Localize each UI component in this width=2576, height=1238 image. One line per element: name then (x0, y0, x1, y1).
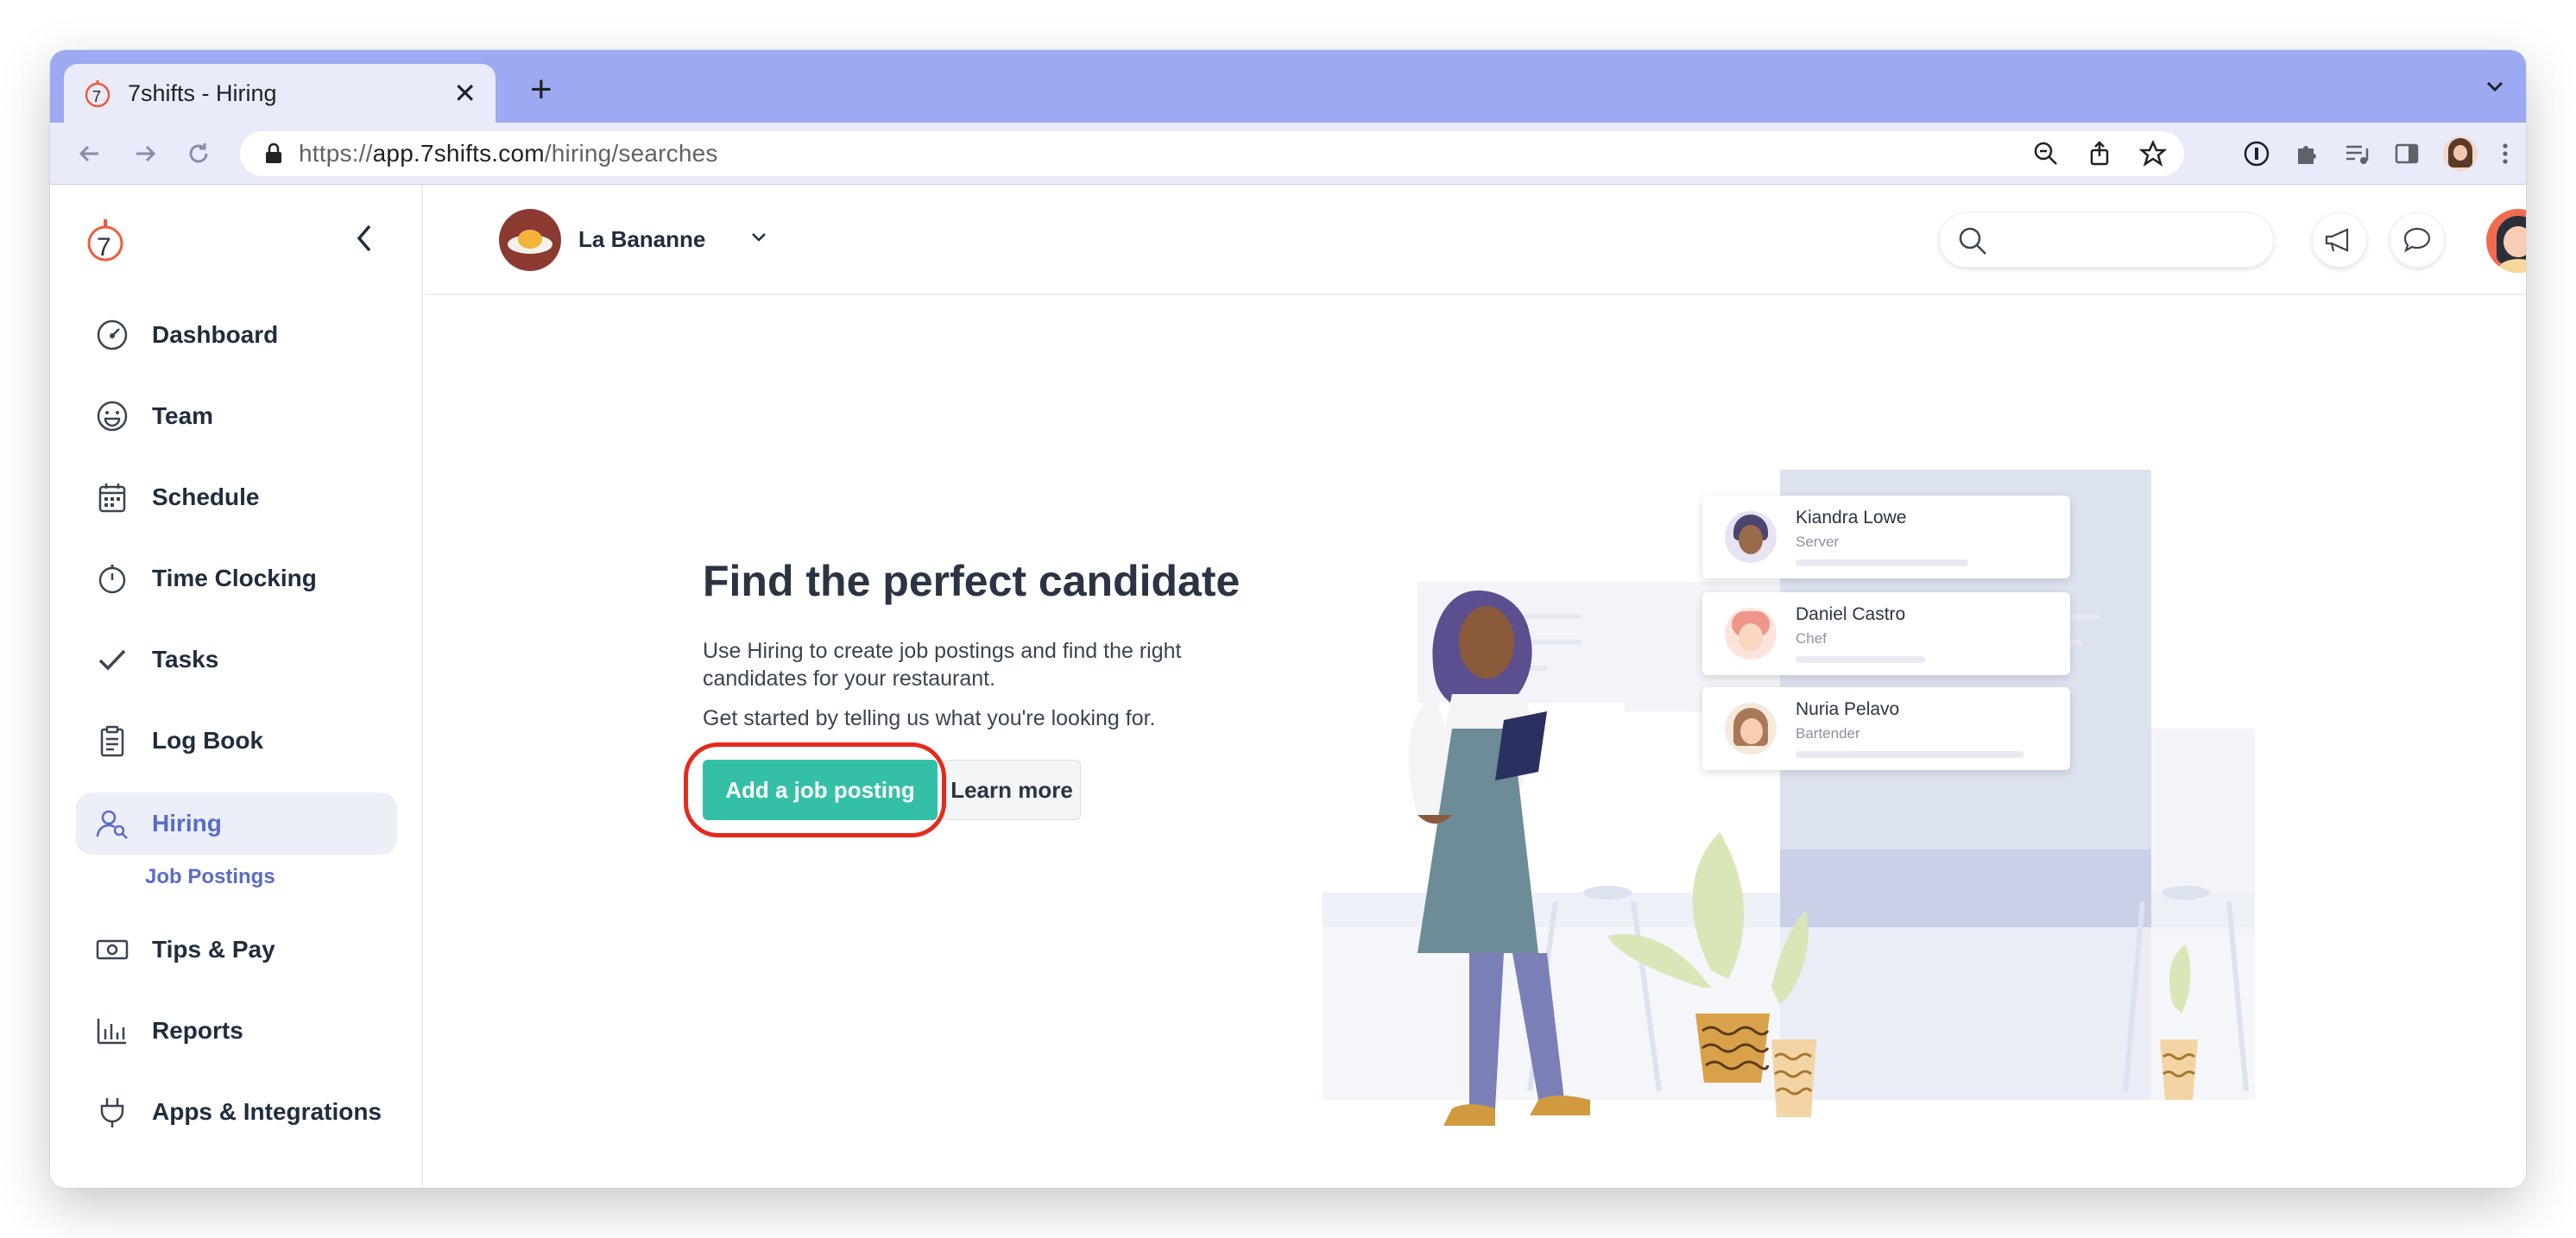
tab-title: 7shifts - Hiring (128, 79, 277, 106)
password-manager-icon[interactable] (2243, 140, 2270, 167)
sidebar-item-label: Time Clocking (152, 565, 317, 591)
tab-strip: 7 7shifts - Hiring ✕ + (50, 50, 2526, 123)
forward-icon[interactable] (129, 138, 161, 169)
person-search-icon (93, 805, 131, 843)
candidate-card: Kiandra Lowe Server (1702, 496, 2070, 578)
browser-tab[interactable]: 7 7shifts - Hiring ✕ (64, 64, 496, 123)
sidebar-item-hiring[interactable]: Hiring (76, 793, 397, 855)
share-icon[interactable] (2086, 140, 2113, 167)
search-input[interactable] (1939, 212, 2274, 268)
candidate-role: Server (1796, 534, 1840, 550)
sidebar-item-tips-pay[interactable]: Tips & Pay (76, 919, 397, 981)
bookmark-star-icon[interactable] (2139, 140, 2167, 167)
location-name[interactable]: La Bananne (578, 226, 705, 253)
address-bar[interactable]: https://app.7shifts.com/hiring/searches (240, 131, 2184, 176)
clipboard-icon (93, 722, 131, 760)
plug-icon (93, 1093, 131, 1131)
lock-icon (266, 142, 281, 163)
candidate-card: Daniel Castro Chef (1702, 592, 2070, 675)
sidebar: 7 Dashboard Team Schedule Time Clocking (50, 185, 423, 1188)
hiring-illustration: Kiandra Lowe Server Daniel Castro Chef N… (1323, 470, 2255, 1178)
reload-icon[interactable] (183, 138, 214, 169)
page-description: Use Hiring to create job postings and fi… (703, 639, 1182, 691)
sidebar-item-label: Schedule (152, 483, 260, 510)
candidate-role: Chef (1796, 630, 1827, 647)
candidate-name: Kiandra Lowe (1796, 508, 1907, 527)
7shifts-favicon-icon: 7 (85, 80, 110, 108)
smiley-icon (93, 397, 131, 435)
browser-menu-icon[interactable] (2500, 140, 2510, 167)
candidate-name: Daniel Castro (1796, 604, 1906, 624)
learn-more-button[interactable]: Learn more (943, 760, 1081, 820)
tab-close-icon[interactable]: ✕ (453, 77, 477, 110)
stopwatch-icon (93, 559, 131, 597)
calendar-icon (93, 478, 131, 516)
messages-button[interactable] (2390, 212, 2445, 268)
sidebar-item-label: Dashboard (152, 321, 279, 348)
chevron-down-icon[interactable] (2483, 74, 2507, 98)
sidebar-item-label: Tips & Pay (152, 936, 275, 963)
candidate-avatar (1725, 608, 1777, 660)
sidebar-item-dashboard[interactable]: Dashboard (76, 304, 397, 366)
search-icon (1959, 227, 1986, 255)
cash-icon (93, 931, 131, 969)
chat-bubble-icon (2403, 227, 2431, 253)
back-icon[interactable] (74, 138, 105, 169)
sidebar-item-reports[interactable]: Reports (76, 1000, 397, 1062)
candidate-role: Bartender (1796, 725, 1860, 742)
collapse-sidebar-icon[interactable] (354, 223, 375, 254)
sidebar-item-tasks[interactable]: Tasks (76, 628, 397, 691)
sidebar-item-team[interactable]: Team (76, 385, 397, 447)
browser-window: 7 7shifts - Hiring ✕ + https://app.7shif… (50, 50, 2526, 1188)
media-queue-icon[interactable] (2343, 140, 2371, 167)
sidebar-item-log-book[interactable]: Log Book (76, 710, 397, 772)
candidate-card: Nuria Pelavo Bartender (1702, 687, 2070, 770)
sidebar-item-time-clocking[interactable]: Time Clocking (76, 547, 397, 610)
svg-text:7: 7 (97, 233, 111, 262)
bar-chart-icon (93, 1012, 131, 1050)
candidate-progress-bar (1796, 559, 1968, 566)
announcements-button[interactable] (2312, 212, 2367, 268)
candidate-name: Nuria Pelavo (1796, 699, 1900, 719)
candidate-avatar (1725, 703, 1777, 755)
app-header: La Bananne (425, 185, 2526, 295)
profile-avatar[interactable] (2443, 136, 2478, 171)
browser-toolbar: https://app.7shifts.com/hiring/searches (50, 123, 2526, 185)
candidate-avatar (1725, 511, 1777, 563)
sidebar-item-label: Apps & Integrations (152, 1098, 382, 1125)
user-avatar[interactable] (2486, 209, 2526, 273)
sidebar-item-label: Log Book (152, 727, 264, 754)
svg-text:7: 7 (92, 88, 101, 105)
7shifts-logo-icon[interactable]: 7 (85, 216, 126, 264)
sidebar-item-label: Tasks (152, 646, 219, 673)
sidebar-item-label: Hiring (152, 810, 222, 837)
page-title: Find the perfect candidate (703, 557, 1241, 605)
megaphone-icon (2325, 228, 2349, 252)
dashboard-gauge-icon (93, 316, 131, 354)
sidebar-item-schedule[interactable]: Schedule (76, 466, 397, 528)
highlight-ring (684, 742, 946, 837)
new-tab-icon[interactable]: + (530, 71, 552, 109)
candidate-progress-bar (1796, 656, 1925, 663)
sidebar-item-label: Team (152, 402, 214, 429)
call-to-action-text: Get started by telling us what you're lo… (703, 706, 1156, 730)
side-panel-icon[interactable] (2393, 140, 2421, 167)
checkmark-icon (93, 641, 131, 679)
extensions-puzzle-icon[interactable] (2293, 140, 2320, 167)
url-text: https://app.7shifts.com/hiring/searches (299, 140, 718, 167)
sidebar-item-label: Reports (152, 1017, 243, 1044)
chevron-down-icon[interactable] (749, 228, 768, 247)
candidate-progress-bar (1796, 751, 2024, 758)
main-content: Find the perfect candidate Use Hiring to… (425, 297, 2526, 1188)
zoom-out-icon[interactable] (2032, 140, 2060, 167)
location-avatar[interactable] (499, 209, 561, 271)
sidebar-subitem-job-postings[interactable]: Job Postings (145, 865, 275, 889)
sidebar-item-apps-integrations[interactable]: Apps & Integrations (76, 1081, 397, 1143)
app-page: 7 Dashboard Team Schedule Time Clocking (50, 185, 2526, 1188)
